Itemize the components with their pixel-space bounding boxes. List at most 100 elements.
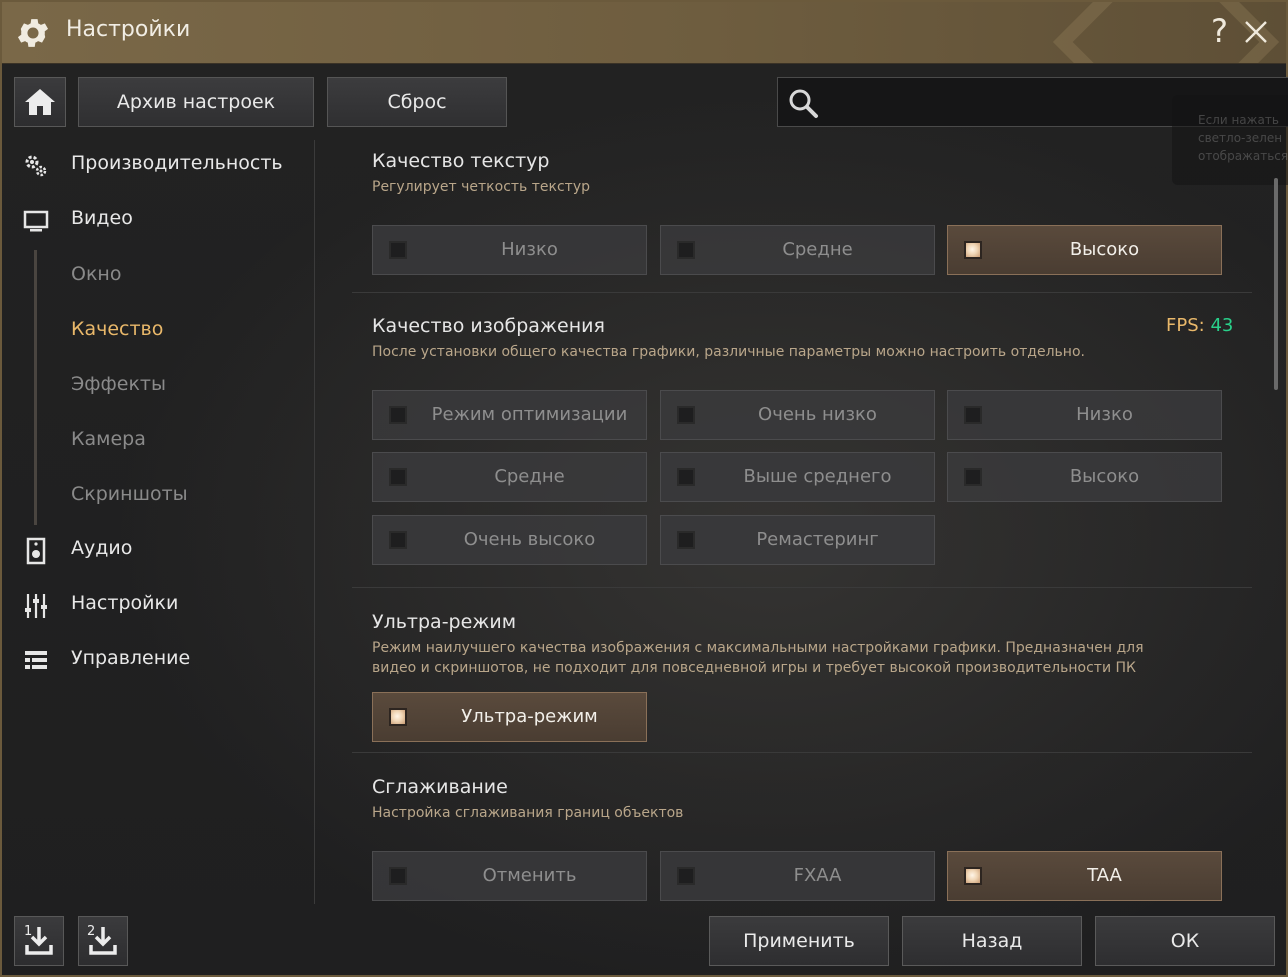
texture-option-low[interactable]: Низко	[372, 225, 647, 275]
option-label: Выше среднего	[743, 466, 892, 487]
option-label: Ремастеринг	[756, 529, 879, 550]
load-preset-1-button[interactable]: 1	[14, 916, 64, 966]
checkbox-icon	[677, 406, 695, 424]
preset-number: 2	[87, 924, 95, 939]
sidebar-subitem-label: Эффекты	[71, 373, 166, 395]
checkbox-icon	[677, 531, 695, 549]
checkbox-checked-icon	[389, 708, 407, 726]
sidebar-item-label: Видео	[71, 207, 133, 229]
sidebar-item-audio[interactable]: Аудио	[2, 525, 315, 575]
ultra-mode-desc-line2: видео и скриншотов, не подходит для повс…	[372, 660, 1136, 676]
section-divider	[352, 292, 1252, 293]
texture-quality-title: Качество текстур	[372, 150, 550, 172]
sidebar: Производительность Видео Окно Качество Э…	[2, 140, 315, 904]
image-quality-title: Качество изображения	[372, 315, 605, 337]
image-option-low[interactable]: Низко	[947, 390, 1222, 440]
window-title: Настройки	[66, 17, 191, 42]
sidebar-subitem-window[interactable]: Окно	[2, 252, 315, 298]
ultra-mode-title: Ультра-режим	[372, 611, 517, 633]
fps-value: 43	[1210, 315, 1234, 336]
image-option-very-high[interactable]: Очень высоко	[372, 515, 647, 565]
checkbox-icon	[677, 468, 695, 486]
speaker-icon	[26, 537, 46, 565]
back-button[interactable]: Назад	[902, 916, 1082, 966]
sidebar-item-label: Производительность	[71, 152, 283, 174]
home-button[interactable]	[14, 77, 66, 127]
texture-quality-desc: Регулирует четкость текстур	[372, 179, 590, 195]
sidebar-item-performance[interactable]: Производительность	[2, 140, 315, 190]
option-label: FXAA	[793, 865, 842, 886]
option-label: Режим оптимизации	[431, 404, 628, 425]
gear-icon	[17, 19, 49, 47]
option-label: Отменить	[482, 865, 577, 886]
aa-option-fxaa[interactable]: FXAA	[660, 851, 935, 901]
preset-number: 1	[24, 924, 32, 939]
checkbox-icon	[677, 867, 695, 885]
sidebar-subitem-label: Качество	[71, 318, 164, 340]
image-option-medium[interactable]: Средне	[372, 452, 647, 502]
option-label: Высоко	[1069, 239, 1140, 260]
download-icon: 1	[24, 924, 53, 955]
option-label: Средне	[494, 466, 565, 487]
sidebar-subitem-effects[interactable]: Эффекты	[2, 362, 315, 408]
fps-label: FPS:	[1166, 315, 1205, 336]
checkbox-icon	[389, 468, 407, 486]
close-icon[interactable]	[1240, 16, 1272, 48]
option-label: Очень низко	[758, 404, 877, 425]
apply-button[interactable]: Применить	[709, 916, 889, 966]
fps-counter: FPS: 43	[1166, 315, 1233, 336]
help-button[interactable]: ?	[1211, 12, 1228, 50]
texture-option-medium[interactable]: Средне	[660, 225, 935, 275]
sidebar-item-settings[interactable]: Настройки	[2, 580, 315, 630]
section-divider	[352, 752, 1252, 753]
antialiasing-title: Сглаживание	[372, 776, 508, 798]
sidebar-subitem-label: Камера	[71, 428, 146, 450]
texture-option-high[interactable]: Высоко	[947, 225, 1222, 275]
settings-archive-button[interactable]: Архив настроек	[78, 77, 314, 127]
sidebar-item-label: Аудио	[71, 537, 133, 559]
title-bar[interactable]: Настройки ?	[2, 2, 1286, 64]
checkbox-icon	[389, 241, 407, 259]
option-label: Ультра-режим	[461, 706, 598, 727]
ultra-mode-toggle[interactable]: Ультра-режим	[372, 692, 647, 742]
sidebar-item-video[interactable]: Видео	[2, 195, 315, 245]
image-option-high[interactable]: Высоко	[947, 452, 1222, 502]
antialiasing-desc: Настройка сглаживания границ объектов	[372, 805, 684, 821]
checkbox-checked-icon	[964, 867, 982, 885]
image-option-very-low[interactable]: Очень низко	[660, 390, 935, 440]
scrollbar[interactable]	[1274, 178, 1278, 390]
sidebar-subitem-camera[interactable]: Камера	[2, 417, 315, 463]
sidebar-subitem-quality[interactable]: Качество	[2, 307, 315, 353]
tooltip-line: Если нажать	[1198, 113, 1279, 127]
image-option-above-medium[interactable]: Выше среднего	[660, 452, 935, 502]
home-icon	[25, 89, 55, 115]
option-label: TAA	[1087, 865, 1122, 886]
reset-button[interactable]: Сброс	[327, 77, 507, 127]
checkbox-icon	[964, 468, 982, 486]
option-label: Высоко	[1069, 466, 1140, 487]
image-quality-desc: После установки общего качества графики,…	[372, 344, 1085, 360]
ultra-mode-desc-line1: Режим наилучшего качества изображения с …	[372, 640, 1144, 656]
ok-button[interactable]: ОК	[1095, 916, 1275, 966]
load-preset-2-button[interactable]: 2	[78, 916, 128, 966]
monitor-icon	[23, 210, 49, 232]
sidebar-item-label: Настройки	[71, 592, 179, 614]
sidebar-subitem-label: Окно	[71, 263, 122, 285]
section-divider	[352, 587, 1252, 588]
list-icon	[25, 651, 47, 669]
image-option-optimization[interactable]: Режим оптимизации	[372, 390, 647, 440]
download-icon: 2	[87, 924, 117, 955]
aa-option-off[interactable]: Отменить	[372, 851, 647, 901]
sidebar-subitem-label: Скриншоты	[71, 483, 188, 505]
settings-content[interactable]: Качество текстур Регулирует четкость тек…	[316, 140, 1276, 904]
image-option-remastered[interactable]: Ремастеринг	[660, 515, 935, 565]
sidebar-subitem-screenshots[interactable]: Скриншоты	[2, 472, 315, 518]
aa-option-taa[interactable]: TAA	[947, 851, 1222, 901]
checkbox-icon	[389, 531, 407, 549]
sidebar-item-controls[interactable]: Управление	[2, 635, 315, 685]
option-label: Очень высоко	[463, 529, 596, 550]
option-label: Низко	[1076, 404, 1133, 425]
checkbox-checked-icon	[964, 241, 982, 259]
option-label: Средне	[782, 239, 853, 260]
checkbox-icon	[677, 241, 695, 259]
